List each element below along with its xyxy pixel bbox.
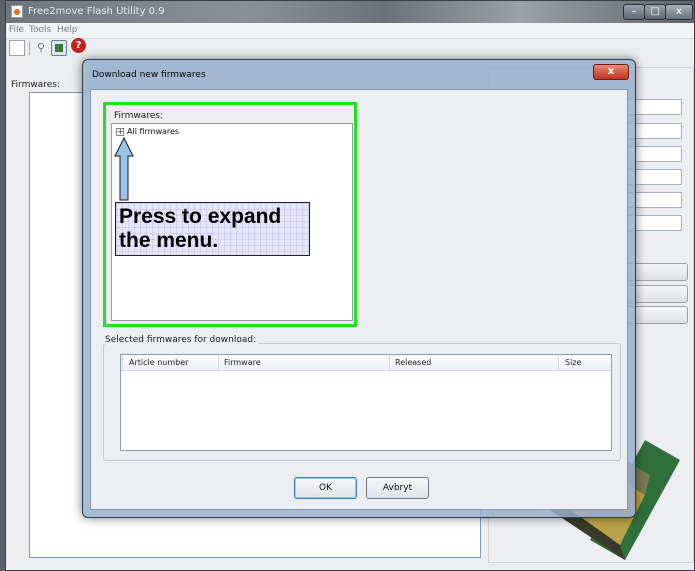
cancel-button[interactable]: Avbryt <box>366 477 429 499</box>
firmwares-panel: Firmwares: + All firmwares Press to expa… <box>103 102 357 327</box>
dialog-close-button[interactable]: x <box>593 64 629 80</box>
firmwares-label: Firmwares: <box>11 80 60 90</box>
maximize-button[interactable]: □ <box>644 4 666 20</box>
java-icon <box>11 5 23 18</box>
app-titlebar: Free2move Flash Utility 0.9 – □ x <box>6 1 694 23</box>
firmwares-panel-label: Firmwares: <box>114 111 163 121</box>
column-header-article-number[interactable]: Article number <box>129 358 188 367</box>
column-separator <box>558 355 559 370</box>
menu-help[interactable]: Help <box>57 25 78 35</box>
selected-firmwares-table[interactable]: Article number Firmware Released Size <box>120 354 612 451</box>
toolbar-separator <box>29 42 30 55</box>
download-firmwares-dialog: Download new firmwares x Firmwares: + Al… <box>82 59 636 518</box>
help-icon[interactable]: ? <box>71 38 86 53</box>
firmware-tree[interactable]: + All firmwares Press to expand the menu… <box>111 123 353 321</box>
tree-node-all-firmwares[interactable]: All firmwares <box>127 127 179 136</box>
new-document-icon[interactable] <box>9 40 25 56</box>
minimize-button[interactable]: – <box>623 4 645 20</box>
menu-tools[interactable]: Tools <box>29 25 51 35</box>
menu-bar: File Tools Help <box>6 23 694 39</box>
toolbar: ⚲ ? <box>6 38 694 58</box>
tree-expand-toggle[interactable]: + <box>116 128 124 136</box>
up-arrow-annotation <box>114 136 134 201</box>
column-header-firmware[interactable]: Firmware <box>224 358 261 367</box>
table-header: Article number Firmware Released Size <box>121 355 611 371</box>
menu-file[interactable]: File <box>9 25 24 35</box>
instruction-callout: Press to expand the menu. <box>115 202 310 256</box>
ok-button[interactable]: OK <box>294 477 357 499</box>
column-separator <box>122 355 123 370</box>
selected-firmwares-label: Selected firmwares for download: <box>105 335 259 345</box>
search-icon[interactable]: ⚲ <box>33 40 49 56</box>
callout-text: Press to expand the menu. <box>119 205 282 252</box>
dialog-title: Download new firmwares <box>92 70 206 80</box>
column-separator <box>218 355 219 370</box>
app-title: Free2move Flash Utility 0.9 <box>28 6 165 17</box>
close-button[interactable]: x <box>665 4 693 20</box>
download-firmware-icon[interactable] <box>51 40 67 56</box>
column-separator <box>389 355 390 370</box>
column-header-released[interactable]: Released <box>395 358 431 367</box>
dialog-content: Firmwares: + All firmwares Press to expa… <box>90 89 628 510</box>
column-header-size[interactable]: Size <box>565 358 581 367</box>
selected-firmwares-group: Selected firmwares for download: Article… <box>103 335 621 461</box>
